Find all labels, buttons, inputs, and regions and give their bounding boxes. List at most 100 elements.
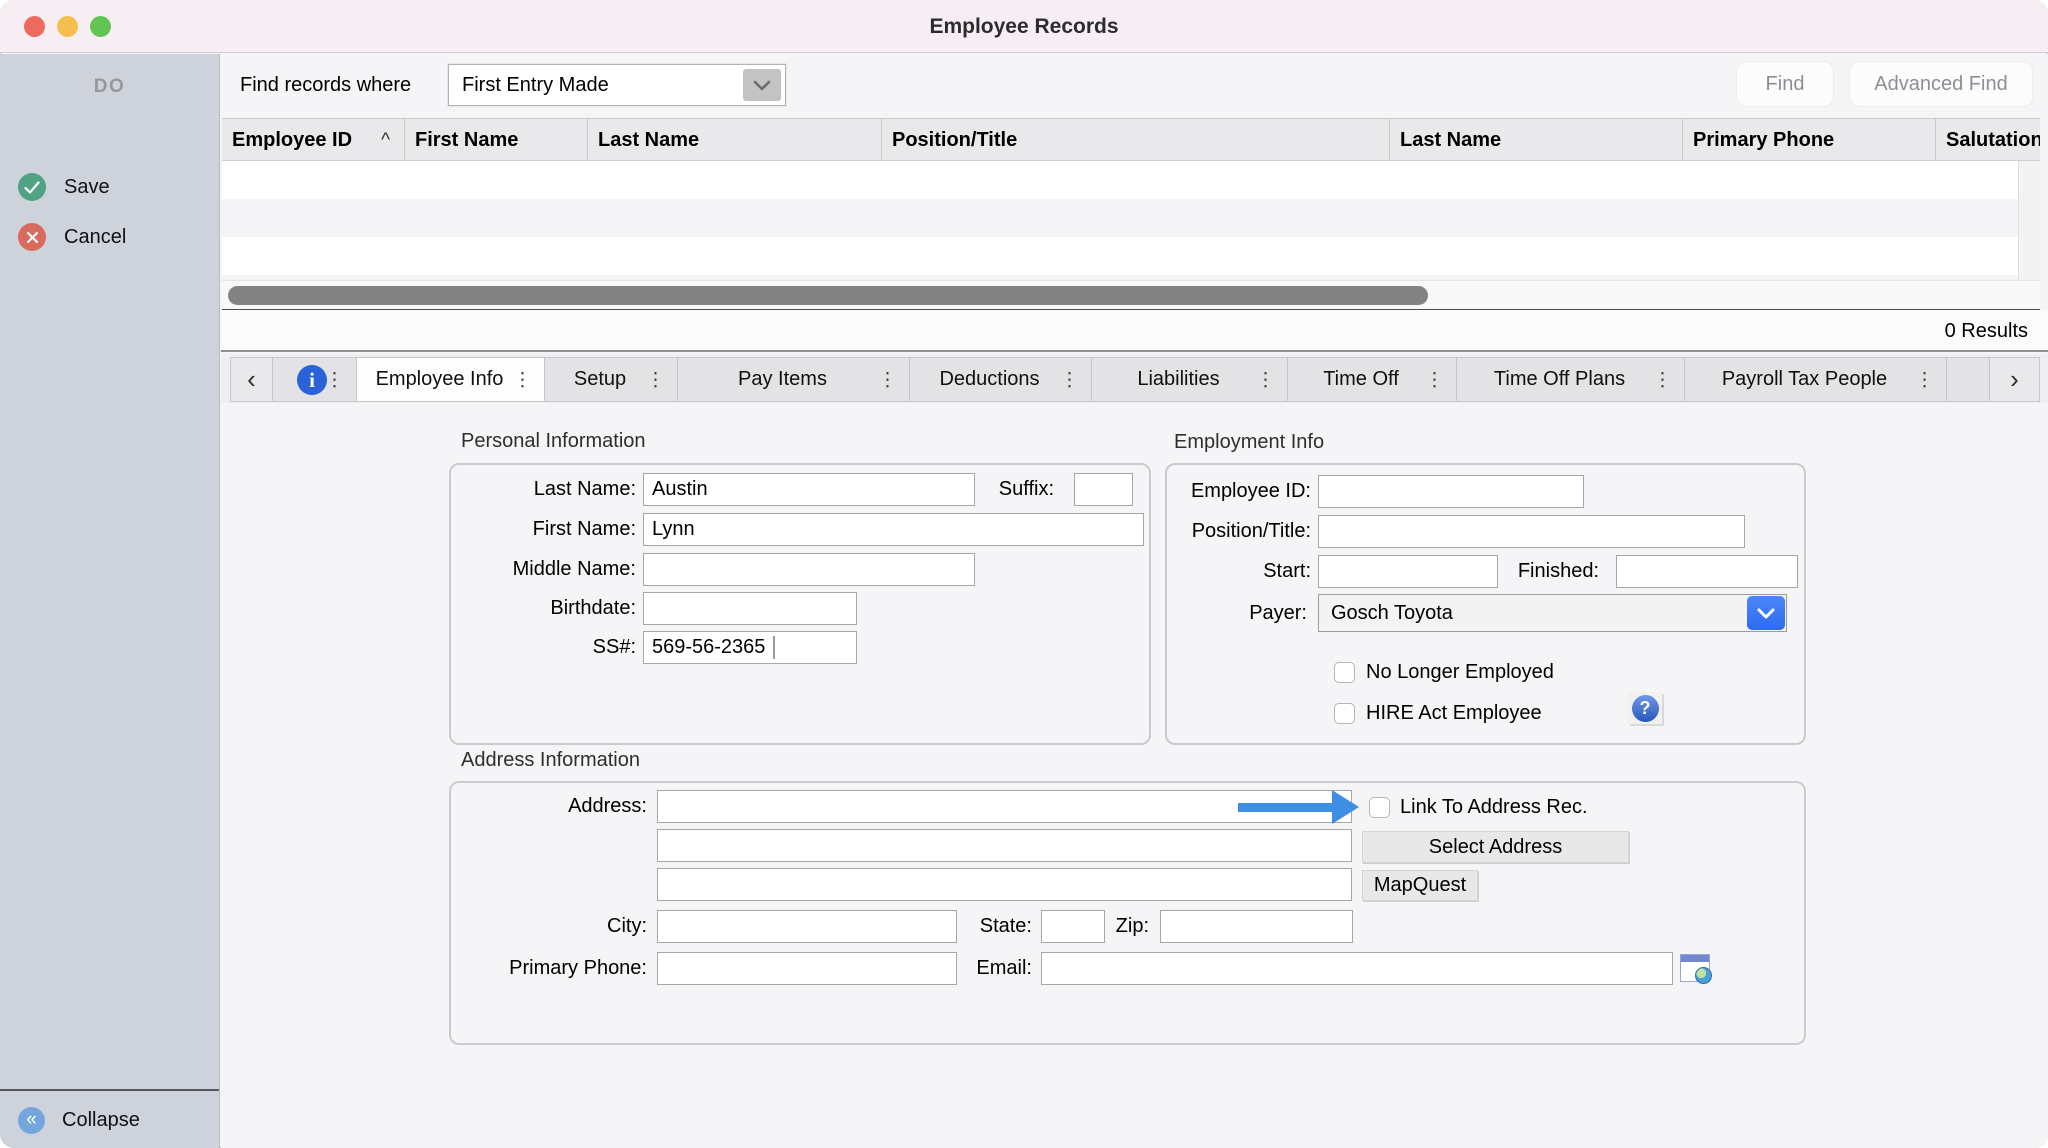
- tab-employee-info[interactable]: Employee Info ⋮: [357, 357, 545, 402]
- tab-pay-items[interactable]: Pay Items ⋮: [678, 357, 910, 402]
- collapse-chevrons-icon: «: [18, 1107, 45, 1134]
- chevron-down-icon[interactable]: [743, 69, 781, 101]
- tab-setup[interactable]: Setup ⋮: [545, 357, 678, 402]
- birthdate-field[interactable]: [643, 592, 857, 625]
- mapquest-button[interactable]: MapQuest: [1362, 870, 1478, 901]
- tab-liabilities[interactable]: Liabilities ⋮: [1092, 357, 1288, 402]
- chevron-left-icon: ‹: [247, 364, 256, 395]
- personal-information-title: Personal Information: [461, 430, 646, 453]
- column-header-employee-id[interactable]: Employee ID ^: [222, 119, 405, 161]
- column-header-last-name-2[interactable]: Last Name: [1390, 119, 1683, 161]
- last-name-label: Last Name:: [330, 473, 636, 506]
- tab-label: Time Off: [1323, 368, 1421, 391]
- table-row[interactable]: [222, 161, 2018, 199]
- advanced-find-button[interactable]: Advanced Find: [1850, 62, 2032, 106]
- tab-menu-icon[interactable]: ⋮: [646, 368, 665, 391]
- tab-label: Deductions: [939, 368, 1061, 391]
- sidebar: DO Save Cancel « Collapse: [0, 54, 220, 1148]
- column-header-first-name[interactable]: First Name: [405, 119, 588, 161]
- collapse-button[interactable]: « Collapse: [0, 1093, 219, 1148]
- primary-phone-field[interactable]: [657, 952, 957, 985]
- tabs-scroll-left-button[interactable]: ‹: [230, 357, 273, 402]
- ssn-field[interactable]: [643, 631, 857, 664]
- find-field-dropdown[interactable]: First Entry Made: [448, 64, 786, 106]
- primary-phone-label: Primary Phone:: [420, 952, 647, 985]
- chevron-right-icon: ›: [2010, 364, 2019, 395]
- table-row[interactable]: [222, 237, 2018, 275]
- address-line2-field[interactable]: [657, 829, 1352, 862]
- column-header-last-name[interactable]: Last Name: [588, 119, 882, 161]
- address-label: Address:: [420, 790, 647, 823]
- help-question-icon: ?: [1632, 695, 1659, 722]
- middle-name-label: Middle Name:: [330, 553, 636, 586]
- table-row[interactable]: [222, 199, 2018, 237]
- find-records-where-label: Find records where: [240, 64, 411, 106]
- cancel-button[interactable]: Cancel: [0, 223, 219, 253]
- globe-icon: [1695, 967, 1712, 984]
- employee-id-label: Employee ID:: [1150, 475, 1311, 508]
- save-label: Save: [64, 173, 110, 201]
- link-to-address-checkbox[interactable]: [1369, 797, 1390, 818]
- suffix-label: Suffix:: [940, 473, 1054, 506]
- tab-payroll-tax-people[interactable]: Payroll Tax People ⋮: [1685, 357, 1947, 402]
- horizontal-scrollbar-track[interactable]: [222, 280, 2040, 309]
- results-table: Employee ID ^ First Name Last Name Posit…: [222, 118, 2040, 310]
- tab-menu-icon[interactable]: ⋮: [1653, 368, 1672, 391]
- tab-menu-icon[interactable]: ⋮: [325, 368, 344, 391]
- tab-time-off[interactable]: Time Off ⋮: [1288, 357, 1457, 402]
- horizontal-scrollbar-thumb[interactable]: [228, 286, 1428, 305]
- tab-menu-icon[interactable]: ⋮: [513, 368, 532, 391]
- hire-act-help-button[interactable]: ?: [1628, 692, 1662, 724]
- tab-time-off-plans[interactable]: Time Off Plans ⋮: [1457, 357, 1685, 402]
- title-bar: Employee Records: [0, 0, 2048, 53]
- save-button[interactable]: Save: [0, 173, 219, 203]
- cancel-x-icon: [18, 223, 46, 251]
- payer-dropdown[interactable]: Gosch Toyota: [1318, 594, 1787, 632]
- tab-label: Setup: [574, 368, 648, 391]
- tab-deductions[interactable]: Deductions ⋮: [910, 357, 1092, 402]
- tab-label: Payroll Tax People: [1722, 368, 1909, 391]
- results-count: 0 Results: [221, 310, 2048, 352]
- column-header-position-title[interactable]: Position/Title: [882, 119, 1390, 161]
- tab-menu-icon[interactable]: ⋮: [1256, 368, 1275, 391]
- no-longer-employed-checkbox[interactable]: [1334, 662, 1355, 683]
- text-cursor: [773, 636, 775, 659]
- middle-name-field[interactable]: [643, 553, 975, 586]
- position-title-label: Position/Title:: [1150, 515, 1311, 548]
- tab-menu-icon[interactable]: ⋮: [1425, 368, 1444, 391]
- tab-record-info[interactable]: i ⋮: [273, 357, 357, 402]
- tab-menu-icon[interactable]: ⋮: [1060, 368, 1079, 391]
- vertical-scrollbar-track[interactable]: [2018, 161, 2040, 280]
- suffix-field[interactable]: [1074, 473, 1133, 506]
- hire-act-employee-label: HIRE Act Employee: [1366, 702, 1542, 725]
- tabs-scroll-right-button[interactable]: ›: [1990, 357, 2040, 402]
- address-line3-field[interactable]: [657, 868, 1352, 901]
- tab-menu-icon[interactable]: ⋮: [878, 368, 897, 391]
- column-header-primary-phone[interactable]: Primary Phone: [1683, 119, 1936, 161]
- birthdate-label: Birthdate:: [330, 592, 636, 625]
- column-header-salutation[interactable]: Salutation N: [1936, 119, 2040, 161]
- link-to-address-label: Link To Address Rec.: [1400, 796, 1588, 819]
- hire-act-employee-checkbox[interactable]: [1334, 703, 1355, 724]
- email-label: Email:: [950, 952, 1032, 985]
- find-button[interactable]: Find: [1737, 62, 1833, 106]
- last-name-field[interactable]: [643, 473, 975, 506]
- info-icon: i: [297, 365, 327, 395]
- zip-field[interactable]: [1160, 910, 1353, 943]
- chevron-down-icon[interactable]: [1747, 596, 1785, 630]
- start-field[interactable]: [1318, 555, 1498, 588]
- select-address-button[interactable]: Select Address: [1362, 831, 1629, 863]
- position-title-field[interactable]: [1318, 515, 1745, 548]
- first-name-field[interactable]: [643, 513, 1144, 546]
- email-field[interactable]: [1041, 952, 1673, 985]
- email-web-icon[interactable]: [1680, 954, 1710, 982]
- employment-info-title: Employment Info: [1174, 431, 1324, 454]
- annotation-arrow: [1238, 803, 1334, 812]
- tab-menu-icon[interactable]: ⋮: [1915, 368, 1934, 391]
- employee-id-field[interactable]: [1318, 475, 1584, 508]
- finished-field[interactable]: [1616, 555, 1798, 588]
- no-longer-employed-label: No Longer Employed: [1366, 661, 1554, 684]
- city-label: City:: [420, 910, 647, 943]
- window-title: Employee Records: [0, 0, 2048, 53]
- city-field[interactable]: [657, 910, 957, 943]
